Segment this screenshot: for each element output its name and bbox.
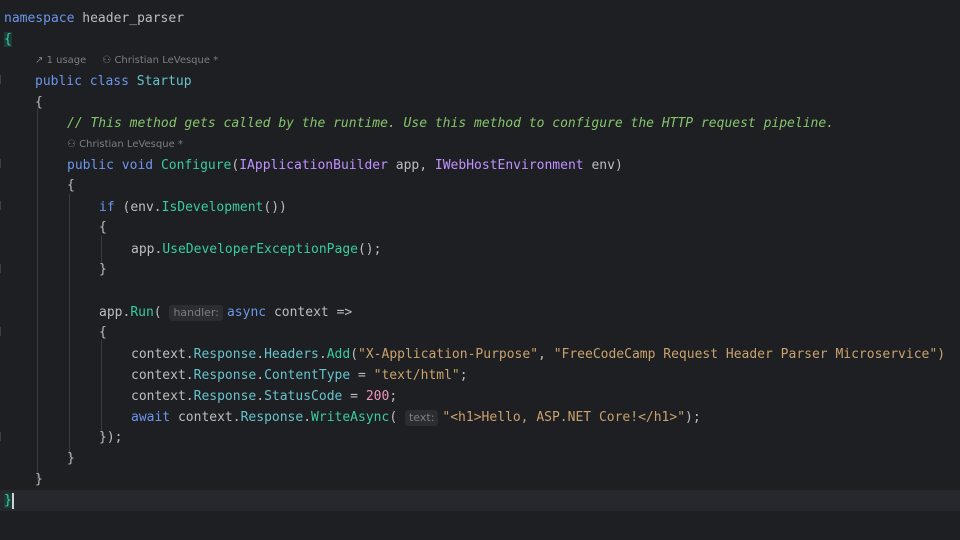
code-line[interactable]: app.Run( handler: async context =>: [0, 302, 960, 323]
brace: {: [35, 95, 43, 110]
lambda-close: });: [99, 430, 123, 445]
code-line[interactable]: }: [0, 259, 960, 280]
brace: }: [67, 451, 75, 466]
method-call: WriteAsync: [311, 410, 390, 425]
brace: }: [4, 493, 12, 508]
property: ContentType: [264, 368, 351, 383]
code-line[interactable]: // This method gets called by the runtim…: [0, 113, 960, 134]
code-line[interactable]: public class Startup: [0, 71, 960, 92]
string-literal: "FreeCodeCamp Request Header Parser Micr…: [553, 347, 946, 362]
variable: app: [99, 305, 123, 320]
fold-marker[interactable]: [0, 327, 4, 336]
param-type: IApplicationBuilder: [239, 158, 388, 173]
keyword: await: [131, 410, 171, 425]
string-literal: "<h1>Hello, ASP.NET Core!</h1>": [442, 410, 686, 425]
code-line[interactable]: {: [0, 217, 960, 238]
property: Headers: [264, 347, 319, 362]
method-call: Add: [326, 347, 351, 362]
string-literal: "text/html": [373, 368, 460, 383]
variable: context: [177, 410, 233, 425]
variable: context: [131, 389, 186, 404]
code-line[interactable]: context.Response.ContentType = "text/htm…: [0, 365, 960, 386]
variable: context: [131, 368, 186, 383]
author-link[interactable]: ⚇ Christian LeVesque *: [67, 139, 191, 150]
fold-marker[interactable]: [0, 432, 4, 441]
fold-marker[interactable]: [0, 75, 4, 84]
property: StatusCode: [264, 389, 343, 404]
code-line[interactable]: if (env.IsDevelopment()): [0, 197, 960, 218]
code-line[interactable]: namespace header_parser: [0, 8, 960, 29]
class-name: Startup: [136, 74, 192, 89]
variable: env: [130, 200, 154, 215]
property: Response: [240, 410, 304, 425]
variable: context: [131, 347, 186, 362]
parameter-hint: handler:: [169, 305, 223, 321]
usages-link[interactable]: ↗ 1 usage: [35, 55, 94, 66]
variable: context: [273, 305, 329, 320]
keyword: public: [67, 158, 114, 173]
code-line[interactable]: {: [0, 175, 960, 196]
code-editor[interactable]: namespace header_parser { ↗ 1 usage ⚇ Chr…: [0, 0, 960, 540]
code-line[interactable]: {: [0, 92, 960, 113]
fold-marker[interactable]: [0, 201, 4, 210]
lambda-arrow: =>: [336, 305, 353, 320]
keyword: if: [99, 200, 115, 215]
code-line[interactable]: }: [0, 469, 960, 490]
keyword: namespace: [4, 11, 75, 26]
keyword: void: [121, 158, 154, 173]
code-line[interactable]: await context.Response.WriteAsync( text:…: [0, 407, 960, 428]
brace: {: [99, 220, 107, 235]
text-caret: [11, 492, 14, 509]
brace: {: [4, 32, 12, 47]
fold-marker[interactable]: [0, 159, 4, 168]
property: Response: [193, 347, 257, 362]
method-name: Configure: [160, 158, 232, 173]
property: Response: [193, 389, 257, 404]
code-line[interactable]: }: [0, 448, 960, 469]
param-name: app: [395, 158, 420, 173]
keyword: class: [89, 74, 129, 89]
code-line[interactable]: public void Configure(IApplicationBuilde…: [0, 155, 960, 176]
variable: app: [131, 242, 155, 257]
property: Response: [193, 368, 257, 383]
code-line[interactable]: context.Response.Headers.Add("X-Applicat…: [0, 344, 960, 365]
brace: {: [99, 325, 107, 340]
keyword: public: [35, 74, 82, 89]
method-code-lens[interactable]: ⚇ Christian LeVesque *: [67, 137, 199, 153]
parameter-hint: text:: [404, 410, 439, 426]
brace: }: [35, 472, 43, 487]
code-comment: // This method gets called by the runtim…: [67, 116, 835, 131]
method-call: Run: [130, 305, 154, 320]
class-code-lens[interactable]: ↗ 1 usage ⚇ Christian LeVesque *: [35, 53, 234, 69]
author-link[interactable]: ⚇ Christian LeVesque *: [102, 55, 226, 66]
namespace-name: header_parser: [82, 11, 185, 26]
brace: }: [99, 262, 107, 277]
method-call: UseDeveloperExceptionPage: [162, 242, 358, 257]
code-line[interactable]: {: [0, 322, 960, 343]
current-code-line[interactable]: }: [0, 490, 960, 511]
code-line[interactable]: app.UseDeveloperExceptionPage();: [0, 239, 960, 260]
code-line[interactable]: context.Response.StatusCode = 200;: [0, 386, 960, 407]
code-line[interactable]: });: [0, 427, 960, 448]
string-literal: "X-Application-Purpose": [358, 347, 539, 362]
code-line[interactable]: {: [0, 29, 960, 50]
method-call: IsDevelopment: [161, 200, 264, 215]
keyword: async: [226, 305, 267, 320]
brace: {: [67, 178, 75, 193]
param-type: IWebHostEnvironment: [434, 158, 584, 173]
param-name: env: [591, 158, 615, 173]
fold-marker[interactable]: [0, 264, 4, 273]
number-literal: 200: [365, 389, 390, 404]
